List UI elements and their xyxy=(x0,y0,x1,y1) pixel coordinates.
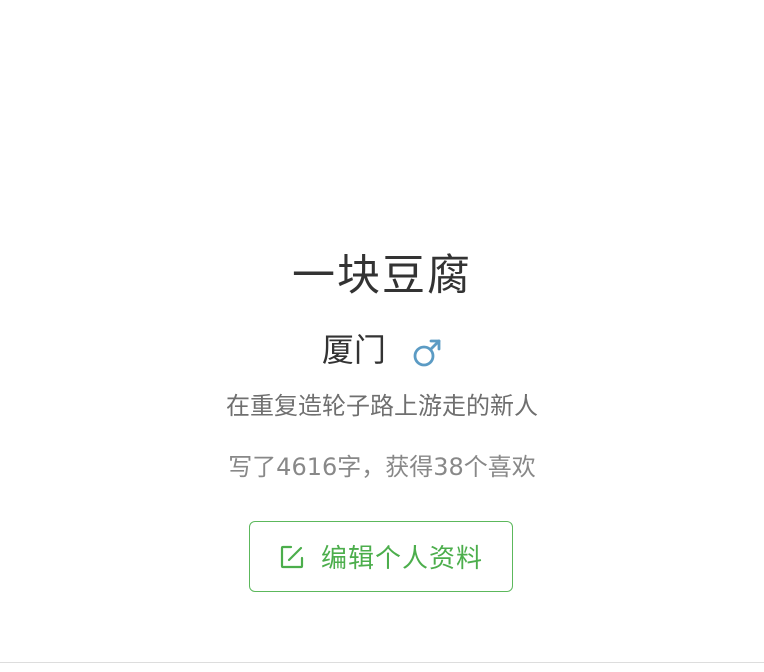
male-symbol-icon xyxy=(412,335,442,367)
profile-page: 一块豆腐 厦门 在重复造轮子路上游走的新人 写了4616字，获得38个喜欢 编辑… xyxy=(0,0,764,672)
edit-profile-button[interactable]: 编辑个人资料 xyxy=(249,521,513,592)
location-row: 厦门 xyxy=(0,326,764,372)
edit-profile-label: 编辑个人资料 xyxy=(320,544,483,574)
profile-stats: 写了4616字，获得38个喜欢 xyxy=(228,453,536,481)
profile-city: 厦门 xyxy=(321,331,386,369)
profile-bio: 在重复造轮子路上游走的新人 xyxy=(226,392,538,420)
edit-icon xyxy=(279,544,305,570)
bottom-divider xyxy=(0,662,764,663)
profile-name: 一块豆腐 xyxy=(292,251,472,301)
